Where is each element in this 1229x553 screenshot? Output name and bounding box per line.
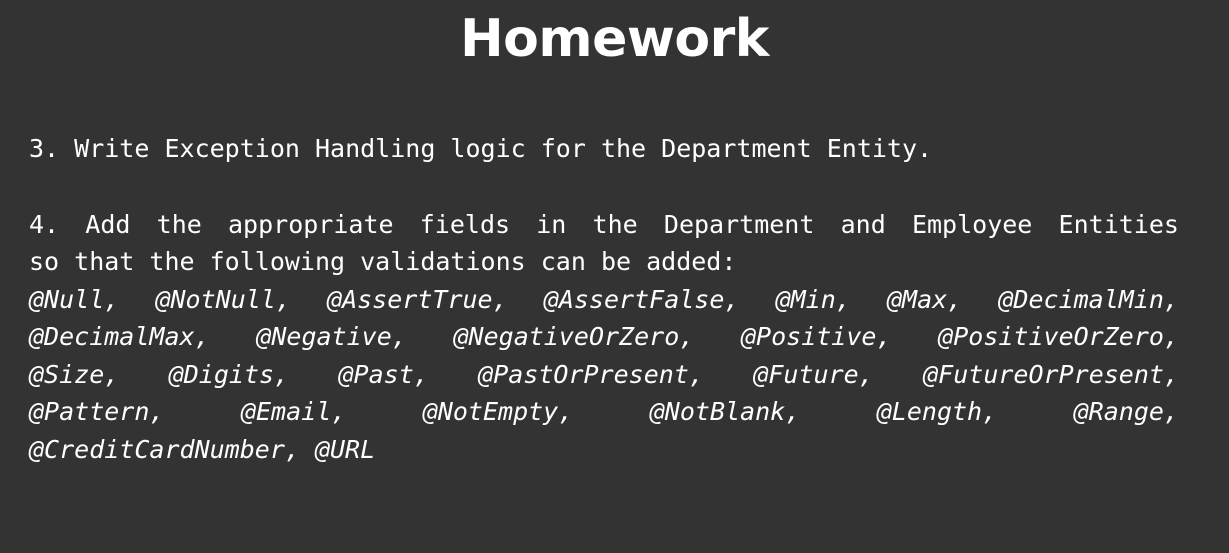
annotation-name: @Positive,: [740, 322, 892, 351]
annotation-name: @PositiveOrZero,: [938, 322, 1179, 351]
item-4-word: the: [156, 209, 202, 239]
annotation-name: @Max,: [886, 284, 963, 314]
annotation-name: @NotEmpty,: [422, 397, 574, 426]
item-3-text: 3. Write Exception Handling logic for th…: [29, 134, 933, 163]
annotation-name: @Past,: [338, 359, 429, 389]
annotation-line: @Pattern, @Email, @NotEmpty, @NotBlank, @Len…: [29, 393, 1179, 431]
item-4-word: in: [536, 209, 567, 239]
annotation-name: @Size,: [29, 359, 120, 389]
annotation-name: @Pattern,: [29, 397, 165, 426]
annotation-name: @PastOrPresent,: [478, 359, 704, 389]
annotation-name: @Null,: [29, 284, 120, 314]
item-4-word: 4.: [29, 209, 60, 239]
annotation-name: @Email,: [240, 397, 347, 426]
item-4-word: and: [840, 209, 886, 239]
annotation-name: @URL: [314, 434, 376, 464]
item-4-word: the: [592, 209, 638, 239]
annotation-name: @FutureOrPresent,: [923, 359, 1179, 389]
slide-title: Homework: [460, 9, 769, 69]
item-4-line-1: 4. Add the appropriate fields in the Department…: [29, 206, 1179, 244]
annotation-name: @DecimalMin,: [998, 284, 1179, 314]
annotation-name: @NegativeOrZero,: [453, 322, 695, 351]
item-4-word: Entities: [1058, 209, 1179, 239]
item-4-word: Employee: [911, 209, 1033, 239]
item-4-line-2: so that the following validations can be…: [29, 247, 737, 276]
annotation-name: @DecimalMax,: [29, 322, 210, 351]
annotation-line: @Null, @NotNull, @AssertTrue, @AssertFalse,…: [29, 281, 1179, 319]
annotation-name: @Negative,: [256, 322, 407, 351]
annotation-line: @DecimalMax, @Negative, @NegativeOrZero, @P…: [29, 318, 1179, 356]
annotation-name: @Range,: [1073, 397, 1179, 426]
annotation-name: @AssertFalse,: [543, 284, 740, 314]
homework-body: 3. Write Exception Handling logic for th…: [29, 130, 1179, 468]
annotation-line: @CreditCardNumber, @URL: [29, 431, 1179, 469]
item-4-word: Add: [85, 209, 131, 239]
annotation-name: @Min,: [775, 284, 851, 314]
annotation-line: @Size, @Digits, @Past, @PastOrPresent, @Futu…: [29, 356, 1179, 394]
slide: Homework 3. Write Exception Handling log…: [0, 0, 1229, 553]
item-4-word: Department: [663, 209, 815, 239]
item-4-word: appropriate: [227, 209, 394, 239]
annotation-name: @NotBlank,: [649, 397, 801, 426]
annotation-name: @AssertTrue,: [327, 284, 508, 314]
annotation-name: @Length,: [876, 397, 998, 426]
annotation-name: @CreditCardNumber,: [29, 434, 300, 464]
item-4-word: fields: [419, 209, 511, 239]
annotation-name: @Future,: [753, 359, 874, 389]
annotation-name: @Digits,: [168, 359, 290, 389]
annotation-name: @NotNull,: [155, 284, 291, 314]
validation-annotations: @Null, @NotNull, @AssertTrue, @AssertFalse,…: [29, 281, 1179, 469]
